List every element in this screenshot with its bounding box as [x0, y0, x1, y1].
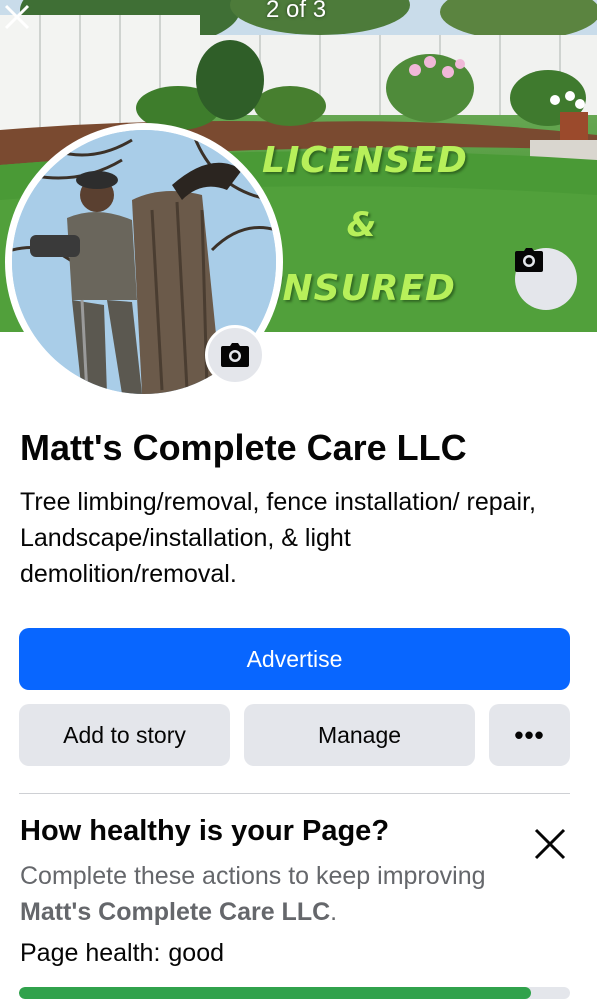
page-health-label: Page health: — [20, 939, 161, 967]
page-health-status: Page health: good — [20, 939, 224, 968]
close-icon[interactable] — [532, 826, 568, 862]
page-health-subtitle: Complete these actions to keep improving… — [20, 858, 550, 930]
page-title: Matt's Complete Care LLC — [20, 427, 467, 468]
more-options-button[interactable]: ••• — [489, 704, 570, 766]
manage-button[interactable]: Manage — [244, 704, 475, 766]
advertise-button[interactable]: Advertise — [19, 628, 570, 690]
close-icon[interactable] — [0, 0, 34, 34]
camera-icon — [515, 248, 543, 272]
page-health-title: How healthy is your Page? — [20, 815, 390, 847]
more-dots-icon: ••• — [514, 719, 545, 750]
cover-text-licensed: LICENSED — [262, 140, 468, 181]
page-health-subtitle-end: . — [330, 898, 338, 926]
page-health-subtitle-text: Complete these actions to keep improving — [20, 862, 486, 890]
divider — [19, 793, 570, 794]
page-health-progress-fill — [19, 987, 532, 999]
cover-text-ampersand: & — [346, 205, 378, 245]
edit-cover-photo-button[interactable] — [515, 248, 577, 310]
camera-icon — [221, 343, 249, 367]
page-health-value: good — [168, 939, 225, 967]
add-to-story-button[interactable]: Add to story — [19, 704, 230, 766]
edit-profile-picture-button[interactable] — [205, 325, 265, 385]
photo-counter: 2 of 3 — [266, 0, 327, 23]
page-health-page-name: Matt's Complete Care LLC — [20, 898, 331, 926]
cover-text-insured: INSURED — [268, 268, 456, 309]
page-health-progress-bar — [19, 987, 570, 999]
page-description: Tree limbing/removal, fence installation… — [20, 488, 536, 588]
